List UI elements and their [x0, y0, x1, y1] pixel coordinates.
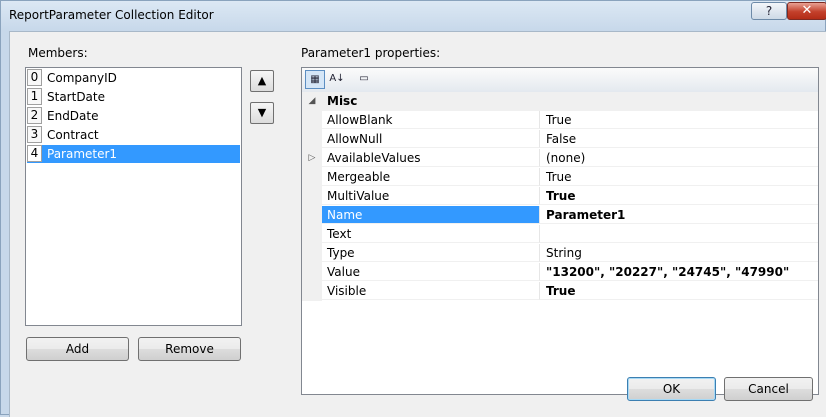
- alphabetical-button[interactable]: A↓: [327, 70, 347, 89]
- move-up-button[interactable]: ▲: [250, 70, 274, 92]
- property-name: AllowNull: [322, 130, 540, 148]
- property-name: Type: [322, 244, 540, 262]
- property-name: MultiValue: [322, 187, 540, 205]
- property-gutter: [302, 244, 322, 263]
- ok-button[interactable]: OK: [627, 377, 716, 401]
- property-name: Text: [322, 225, 540, 243]
- member-item[interactable]: 3 Contract: [27, 126, 240, 144]
- property-row-visible[interactable]: Visible True: [302, 282, 818, 301]
- property-value[interactable]: (none): [540, 149, 818, 167]
- property-grid-body: ◢ Misc AllowBlank True AllowNull False ▷ Avai…: [302, 92, 818, 301]
- dialog-window: ReportParameter Collection Editor ? ✕ Me…: [0, 0, 826, 417]
- property-gutter: [302, 282, 322, 301]
- property-name: Visible: [322, 282, 540, 300]
- property-grid[interactable]: ▦ A↓ ▭ ◢ Misc AllowBlank True AllowNull Fal…: [301, 67, 819, 395]
- property-value[interactable]: True: [540, 111, 818, 129]
- property-name: AvailableValues: [322, 149, 540, 167]
- categorized-icon: ▦: [310, 74, 320, 85]
- property-value[interactable]: True: [540, 187, 818, 205]
- move-down-button[interactable]: ▼: [250, 102, 274, 124]
- property-row-name[interactable]: Name Parameter1: [302, 206, 818, 225]
- property-gutter: [302, 263, 322, 282]
- member-index: 1: [27, 88, 42, 105]
- arrow-up-icon: ▲: [257, 74, 267, 87]
- help-button[interactable]: ?: [751, 2, 787, 20]
- member-name: Contract: [47, 128, 99, 142]
- close-button[interactable]: ✕: [787, 2, 826, 20]
- dialog-title: ReportParameter Collection Editor: [9, 8, 214, 22]
- category-name: Misc: [322, 92, 818, 111]
- members-label: Members:: [28, 46, 88, 60]
- members-list[interactable]: 0 CompanyID 1 StartDate 2 EndDate 3 Contract 4 Pa…: [25, 67, 242, 326]
- category-row-misc[interactable]: ◢ Misc: [302, 92, 818, 111]
- property-name: Name: [322, 206, 540, 224]
- property-name: Mergeable: [322, 168, 540, 186]
- property-pages-icon: ▭: [359, 73, 369, 84]
- property-gutter: [302, 168, 322, 187]
- member-item[interactable]: 0 CompanyID: [27, 69, 240, 87]
- property-value[interactable]: String: [540, 244, 818, 262]
- member-item[interactable]: 1 StartDate: [27, 88, 240, 106]
- member-name: EndDate: [47, 109, 99, 123]
- categorized-button[interactable]: ▦: [305, 70, 325, 89]
- sort-alphabetical-icon: A↓: [329, 73, 345, 84]
- property-value[interactable]: [540, 225, 818, 243]
- property-value[interactable]: True: [540, 168, 818, 186]
- member-name: CompanyID: [47, 71, 117, 85]
- properties-label: Parameter1 properties:: [301, 46, 441, 60]
- property-gutter: [302, 130, 322, 149]
- member-name: Parameter1: [47, 147, 118, 161]
- title-bar[interactable]: ReportParameter Collection Editor ? ✕: [1, 1, 826, 31]
- dialog-client-area: Members: Parameter1 properties: 0 Company…: [9, 31, 826, 417]
- property-value[interactable]: Parameter1: [540, 206, 818, 224]
- property-gutter: [302, 225, 322, 244]
- property-grid-toolbar: ▦ A↓ ▭: [302, 68, 818, 93]
- member-name: StartDate: [47, 90, 105, 104]
- property-value[interactable]: False: [540, 130, 818, 148]
- member-index: 2: [27, 107, 42, 124]
- cancel-button[interactable]: Cancel: [724, 377, 813, 401]
- member-index: 0: [27, 69, 42, 86]
- arrow-down-icon: ▼: [257, 106, 267, 119]
- property-row-allowblank[interactable]: AllowBlank True: [302, 111, 818, 130]
- property-row-value[interactable]: Value "13200", "20227", "24745", "47990": [302, 263, 818, 282]
- member-item[interactable]: 4 Parameter1: [27, 145, 240, 163]
- property-name: AllowBlank: [322, 111, 540, 129]
- member-index: 3: [27, 126, 42, 143]
- property-gutter: [302, 111, 322, 130]
- collapse-icon[interactable]: ◢: [302, 92, 322, 111]
- member-item[interactable]: 2 EndDate: [27, 107, 240, 125]
- property-value[interactable]: True: [540, 282, 818, 300]
- property-gutter: [302, 187, 322, 206]
- member-index: 4: [27, 145, 42, 162]
- expand-icon[interactable]: ▷: [302, 149, 322, 168]
- property-gutter: [302, 206, 322, 225]
- property-row-allownull[interactable]: AllowNull False: [302, 130, 818, 149]
- property-row-type[interactable]: Type String: [302, 244, 818, 263]
- property-pages-button[interactable]: ▭: [354, 70, 374, 89]
- property-row-text[interactable]: Text: [302, 225, 818, 244]
- remove-button[interactable]: Remove: [138, 337, 241, 361]
- add-button[interactable]: Add: [26, 337, 129, 361]
- property-row-mergeable[interactable]: Mergeable True: [302, 168, 818, 187]
- property-row-availablevalues[interactable]: ▷ AvailableValues (none): [302, 149, 818, 168]
- property-name: Value: [322, 263, 540, 281]
- property-value[interactable]: "13200", "20227", "24745", "47990": [540, 263, 818, 281]
- property-row-multivalue[interactable]: MultiValue True: [302, 187, 818, 206]
